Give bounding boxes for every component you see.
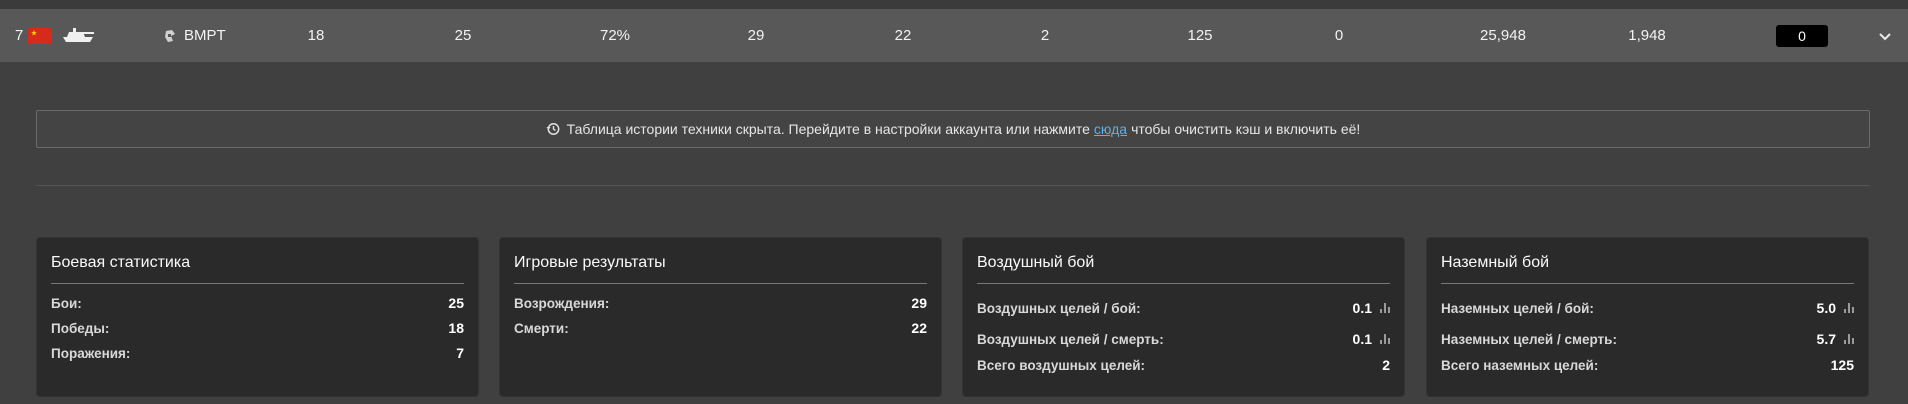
cell-winrate: 72% bbox=[599, 27, 631, 44]
stat-row: Победы: 18 bbox=[51, 318, 464, 338]
stat-row: Воздушных целей / смерть: 0.1 bbox=[977, 329, 1390, 349]
stat-label: Всего наземных целей: bbox=[1441, 357, 1599, 373]
notice-text-before: Таблица истории техники скрыта. Перейдит… bbox=[566, 121, 1090, 137]
card-title: Воздушный бой bbox=[977, 254, 1390, 284]
history-icon bbox=[546, 123, 560, 135]
stat-label: Всего воздушных целей: bbox=[977, 357, 1146, 373]
bar-chart-icon[interactable] bbox=[1380, 334, 1390, 344]
vehicle-class-icon bbox=[165, 30, 175, 42]
card-title: Наземный бой bbox=[1441, 254, 1854, 284]
stat-label: Воздушных целей / бой: bbox=[977, 300, 1141, 316]
stat-value: 0.1 bbox=[1352, 300, 1372, 316]
stat-row: Наземных целей / бой: 5.0 bbox=[1441, 298, 1854, 318]
vehicle-rank: 7 bbox=[15, 27, 24, 44]
cell-battles: 18 bbox=[307, 27, 325, 44]
stat-value: 22 bbox=[911, 320, 927, 336]
stat-value: 7 bbox=[456, 345, 464, 361]
bar-chart-icon[interactable] bbox=[1380, 303, 1390, 313]
card-title: Боевая статистика bbox=[51, 254, 464, 284]
game-results-card: Игровые результаты Возрождения: 29 Смерт… bbox=[499, 237, 942, 397]
combat-stats-card: Боевая статистика Бои: 25 Победы: 18 Пор… bbox=[36, 237, 479, 397]
stat-row: Всего наземных целей: 125 bbox=[1441, 355, 1854, 375]
notice-text-after: чтобы очистить кэш и включить её! bbox=[1131, 121, 1361, 137]
cell-col5: 22 bbox=[894, 27, 912, 44]
vehicle-row[interactable]: 7 BMPT 18 25 72% 29 22 2 125 0 25,948 1,… bbox=[0, 9, 1908, 62]
ground-combat-card: Наземный бой Наземных целей / бой: 5.0 Н… bbox=[1426, 237, 1869, 397]
bar-chart-icon[interactable] bbox=[1844, 303, 1854, 313]
section-divider bbox=[36, 185, 1870, 186]
stat-label: Бои: bbox=[51, 295, 82, 311]
card-title: Игровые результаты bbox=[514, 254, 927, 284]
stat-value: 2 bbox=[1382, 357, 1390, 373]
stat-row: Наземных целей / смерть: 5.7 bbox=[1441, 329, 1854, 349]
stat-label: Наземных целей / бой: bbox=[1441, 300, 1594, 316]
stat-value: 5.0 bbox=[1816, 300, 1836, 316]
bar-chart-icon[interactable] bbox=[1844, 334, 1854, 344]
history-hidden-notice: Таблица истории техники скрыта. Перейдит… bbox=[36, 110, 1870, 148]
cell-col10: 1,948 bbox=[1628, 27, 1666, 44]
stat-value: 18 bbox=[448, 320, 464, 336]
stat-label: Наземных целей / смерть: bbox=[1441, 331, 1617, 347]
stat-row: Всего воздушных целей: 2 bbox=[977, 355, 1390, 375]
stat-row: Поражения: 7 bbox=[51, 343, 464, 363]
top-strip bbox=[0, 0, 1908, 9]
cell-col2: 25 bbox=[454, 27, 472, 44]
cell-col7: 125 bbox=[1187, 27, 1213, 44]
stat-row: Воздушных целей / бой: 0.1 bbox=[977, 298, 1390, 318]
stat-label: Воздушных целей / смерть: bbox=[977, 331, 1164, 347]
stat-label: Поражения: bbox=[51, 345, 131, 361]
air-combat-card: Воздушный бой Воздушных целей / бой: 0.1… bbox=[962, 237, 1405, 397]
stat-value: 29 bbox=[911, 295, 927, 311]
stat-value: 25 bbox=[448, 295, 464, 311]
chevron-down-icon[interactable] bbox=[1878, 29, 1892, 43]
stat-row: Смерти: 22 bbox=[514, 318, 927, 338]
cell-col6: 2 bbox=[1040, 27, 1050, 44]
tank-silhouette-icon bbox=[63, 28, 94, 42]
score-box: 0 bbox=[1776, 25, 1828, 47]
stat-label: Победы: bbox=[51, 320, 110, 336]
cell-col4: 29 bbox=[747, 27, 765, 44]
stat-label: Возрождения: bbox=[514, 295, 610, 311]
cell-col9: 25,948 bbox=[1480, 27, 1526, 44]
stat-value: 0.1 bbox=[1352, 331, 1372, 347]
cell-col8: 0 bbox=[1334, 27, 1344, 44]
stat-row: Возрождения: 29 bbox=[514, 293, 927, 313]
clear-cache-link[interactable]: сюда bbox=[1094, 121, 1127, 137]
stat-row: Бои: 25 bbox=[51, 293, 464, 313]
stat-label: Смерти: bbox=[514, 320, 569, 336]
stat-value: 5.7 bbox=[1816, 331, 1836, 347]
stat-value: 125 bbox=[1830, 357, 1854, 373]
china-flag-icon bbox=[28, 28, 52, 44]
vehicle-name: BMPT bbox=[184, 27, 226, 44]
